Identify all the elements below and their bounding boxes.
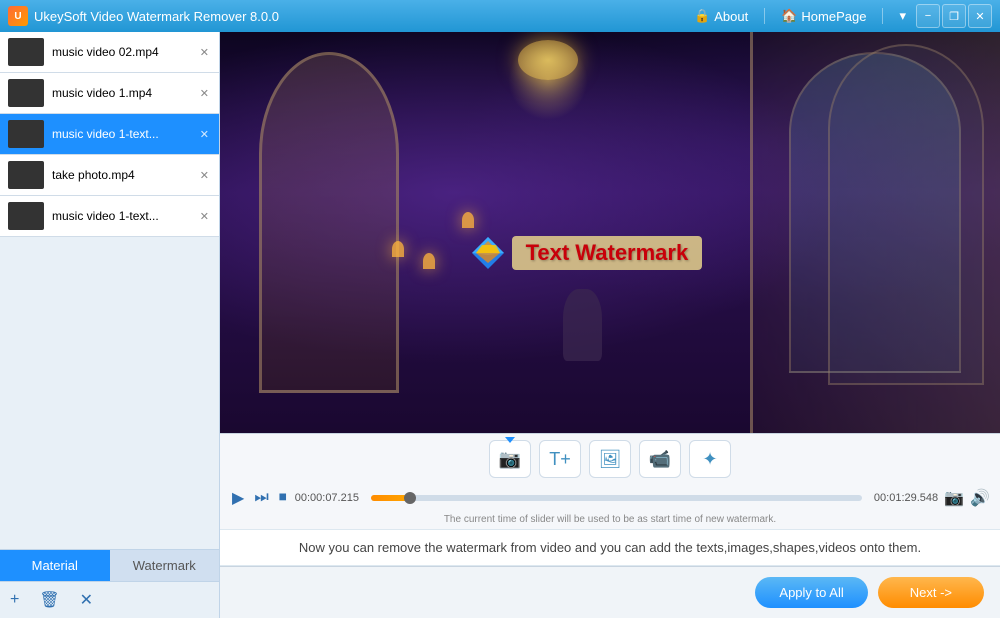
- restore-button[interactable]: ❐: [942, 4, 966, 28]
- total-time: 00:01:29.548: [868, 492, 938, 504]
- volume-button[interactable]: 🔊: [970, 488, 990, 508]
- file-name: music video 02.mp4: [52, 45, 198, 59]
- watermark-diamond-icon: [470, 235, 506, 271]
- file-item[interactable]: music video 1.mp4✕: [0, 73, 219, 114]
- file-item[interactable]: music video 1-text...✕: [0, 196, 219, 237]
- lamp-3: [423, 253, 435, 269]
- lamp-1: [392, 241, 404, 257]
- minimize-button[interactable]: −: [916, 4, 940, 28]
- progress-thumb[interactable]: [404, 492, 416, 504]
- chandelier-glow: [508, 40, 588, 120]
- character-silhouette: [563, 289, 602, 361]
- add-shape-button[interactable]: ✦: [689, 440, 731, 478]
- timeline-area: 📷T+🖼📹✦ ▶ ⏭ ⏹ 00:00:07.215 00:01:29.548 📷…: [220, 433, 1000, 529]
- app-title: UkeySoft Video Watermark Remover 8.0.0: [34, 9, 694, 24]
- progress-bar[interactable]: [371, 495, 862, 501]
- current-time: 00:00:07.215: [295, 492, 365, 504]
- bottom-bar: Apply to All Next ->: [220, 566, 1000, 618]
- tool-icons-bar: 📷T+🖼📹✦: [220, 434, 1000, 482]
- file-thumbnail: [8, 120, 44, 148]
- tab-bar: Material Watermark: [0, 549, 219, 581]
- file-close-button[interactable]: ✕: [198, 208, 211, 225]
- nav-separator2: [882, 8, 883, 24]
- file-close-button[interactable]: ✕: [198, 167, 211, 184]
- add-file-button[interactable]: +: [8, 588, 21, 612]
- nav-separator: [764, 8, 765, 24]
- titlebar: U UkeySoft Video Watermark Remover 8.0.0…: [0, 0, 1000, 32]
- video-preview: Text Watermark: [220, 32, 1000, 433]
- arch-right-inner2: [828, 44, 984, 385]
- file-name: take photo.mp4: [52, 168, 198, 182]
- dropdown-icon: ▾: [899, 8, 906, 24]
- home-icon: 🏠: [781, 8, 797, 24]
- tab-material[interactable]: Material: [0, 550, 110, 581]
- watermark-overlay[interactable]: Text Watermark: [470, 235, 703, 271]
- stop-button[interactable]: ⏹: [277, 487, 289, 509]
- watermark-text: Text Watermark: [512, 236, 703, 270]
- main-layout: music video 02.mp4✕music video 1.mp4✕mus…: [0, 32, 1000, 618]
- file-item[interactable]: take photo.mp4✕: [0, 155, 219, 196]
- dropdown-link[interactable]: ▾: [899, 8, 906, 24]
- file-close-button[interactable]: ✕: [198, 85, 211, 102]
- file-thumbnail: [8, 79, 44, 107]
- sidebar-toolbar: + 🗑 ✕: [0, 581, 219, 618]
- file-name: music video 1-text...: [52, 127, 198, 141]
- file-thumbnail: [8, 161, 44, 189]
- lamp-2: [462, 212, 474, 228]
- file-item[interactable]: music video 1-text...✕: [0, 114, 219, 155]
- arch-left: [259, 52, 399, 393]
- tab-watermark[interactable]: Watermark: [110, 550, 220, 581]
- add-video-button[interactable]: 📹: [639, 440, 681, 478]
- chandelier: [501, 40, 595, 140]
- add-media-button[interactable]: 📷: [489, 440, 531, 478]
- close-button[interactable]: ✕: [968, 4, 992, 28]
- file-list: music video 02.mp4✕music video 1.mp4✕mus…: [0, 32, 219, 549]
- nav-items: 🔒 About 🏠 HomePage ▾: [694, 8, 906, 24]
- file-item[interactable]: music video 02.mp4✕: [0, 32, 219, 73]
- lock-icon: 🔒: [694, 8, 710, 24]
- window-controls: − ❐ ✕: [916, 4, 992, 28]
- add-image-button[interactable]: 🖼: [589, 440, 631, 478]
- app-logo: U: [8, 6, 28, 26]
- clear-file-button[interactable]: ✕: [78, 588, 95, 612]
- video-area: Text Watermark 📷T+🖼📹✦ ▶ ⏭ ⏹ 00:00:07.215…: [220, 32, 1000, 618]
- file-name: music video 1-text...: [52, 209, 198, 223]
- file-thumbnail: [8, 38, 44, 66]
- add-text-button[interactable]: T+: [539, 440, 581, 478]
- delete-file-button[interactable]: 🗑: [37, 588, 61, 612]
- playback-bar: ▶ ⏭ ⏹ 00:00:07.215 00:01:29.548 📷 🔊: [220, 482, 1000, 514]
- file-thumbnail: [8, 202, 44, 230]
- homepage-link[interactable]: 🏠 HomePage: [781, 8, 866, 24]
- snapshot-button[interactable]: 📷: [944, 488, 964, 508]
- about-link[interactable]: 🔒 About: [694, 8, 748, 24]
- next-frame-button[interactable]: ⏭: [252, 487, 270, 509]
- file-name: music video 1.mp4: [52, 86, 198, 100]
- playback-hint: The current time of slider will be used …: [220, 514, 1000, 529]
- apply-to-all-button[interactable]: Apply to All: [755, 577, 867, 608]
- play-button[interactable]: ▶: [230, 486, 246, 510]
- next-button[interactable]: Next ->: [878, 577, 984, 608]
- hint-bar: Now you can remove the watermark from vi…: [220, 529, 1000, 566]
- active-indicator: [505, 437, 515, 443]
- file-close-button[interactable]: ✕: [198, 126, 211, 143]
- sidebar: music video 02.mp4✕music video 1.mp4✕mus…: [0, 32, 220, 618]
- file-close-button[interactable]: ✕: [198, 44, 211, 61]
